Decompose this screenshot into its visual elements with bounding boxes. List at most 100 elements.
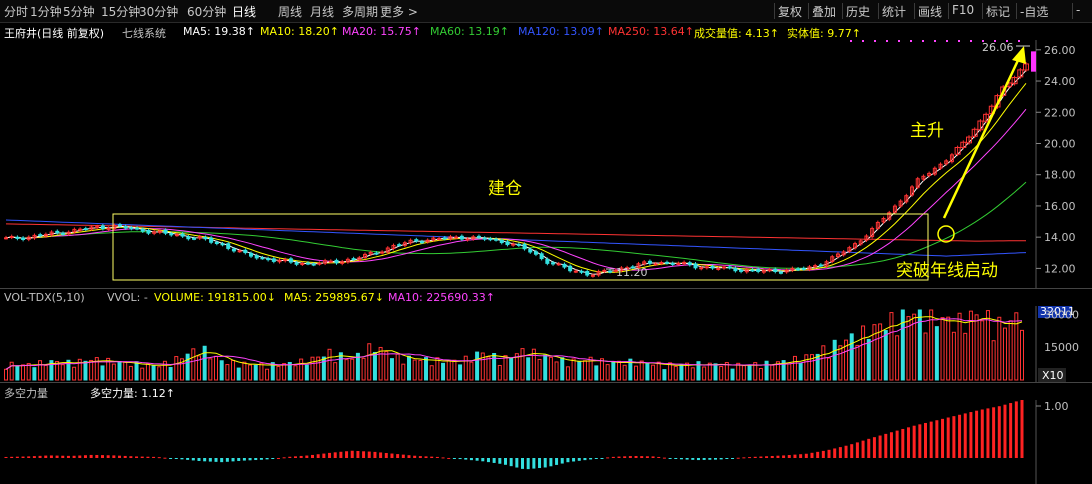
- volume-bar: [889, 312, 894, 381]
- volume-bar: [140, 367, 145, 381]
- power-bar: [742, 457, 746, 459]
- candle-body: [739, 269, 744, 272]
- candle-body: [545, 258, 550, 264]
- volume-bar: [883, 330, 888, 381]
- period-toolbar: 分时 1分钟 5分钟 15分钟 30分钟 60分钟 日线 周线 月线 多周期 更多 > 复权 叠加 历史统…: [0, 0, 1092, 23]
- toolbar-separator: [774, 3, 775, 19]
- price-tick-label: 22.00: [1044, 106, 1076, 119]
- candle-body: [374, 252, 379, 255]
- power-bar: [719, 458, 723, 460]
- volume-bar: [934, 326, 939, 381]
- power-bar: [691, 458, 695, 460]
- candle-body: [687, 262, 692, 266]
- accumulation-label: 建仓: [488, 179, 522, 199]
- power-bar: [486, 458, 490, 463]
- power-bar: [986, 408, 990, 458]
- volume-bar: [185, 353, 190, 381]
- period-tab-9[interactable]: 多周期: [342, 3, 378, 20]
- candle-body: [334, 259, 339, 264]
- volume-bar: [441, 362, 446, 381]
- toolbar-button-5[interactable]: F10: [952, 3, 974, 17]
- toolbar-button-4[interactable]: 画线: [918, 3, 942, 20]
- candle-body: [237, 250, 242, 253]
- period-tab-6[interactable]: 日线: [232, 3, 256, 20]
- volume-value-readout: 成交量值: 4.13↑: [694, 27, 779, 40]
- power-bar: [225, 458, 229, 462]
- period-tab-4[interactable]: 30分钟: [139, 3, 178, 20]
- toolbar-button-1[interactable]: 叠加: [812, 3, 836, 20]
- volume-bar: [497, 364, 502, 381]
- toolbar-separator: [914, 3, 915, 19]
- candle-body: [300, 263, 305, 266]
- toolbar-separator: [948, 3, 949, 19]
- toolbar-separator: [842, 3, 843, 19]
- dotted-marker: [886, 40, 888, 42]
- period-tab-8[interactable]: 月线: [310, 3, 334, 20]
- power-bar: [708, 458, 712, 460]
- candle-body: [721, 266, 726, 269]
- dotted-marker: [850, 40, 852, 42]
- volume-bar: [741, 365, 746, 381]
- power-readout: 多空力量: 1.12↑: [90, 387, 175, 400]
- period-tab-0[interactable]: 分时: [4, 3, 28, 20]
- candle-body: [454, 236, 459, 239]
- volume-bar: [293, 365, 298, 381]
- volume-bar: [424, 357, 429, 381]
- power-bar: [373, 451, 377, 458]
- candle-body: [653, 263, 658, 266]
- power-bar: [906, 427, 910, 458]
- period-tab-1[interactable]: 1分钟: [30, 3, 62, 20]
- volume-bar: [338, 352, 343, 381]
- toolbar-button-7[interactable]: -自选: [1020, 3, 1048, 20]
- period-tab-10[interactable]: 更多 >: [380, 3, 418, 20]
- price-tick-label: 12.00: [1044, 262, 1076, 275]
- candle-body: [83, 228, 88, 231]
- volume-bar: [736, 362, 741, 381]
- period-tab-2[interactable]: 5分钟: [63, 3, 95, 20]
- power-bar: [15, 456, 19, 458]
- power-bar: [861, 440, 865, 458]
- power-bar: [152, 456, 156, 458]
- volume-bar: [747, 364, 752, 381]
- volume-bar: [446, 359, 451, 381]
- volume-bar: [89, 359, 94, 381]
- volume-bar: [662, 369, 667, 381]
- period-tab-5[interactable]: 60分钟: [187, 3, 226, 20]
- volume-bar: [395, 353, 400, 381]
- volume-bar: [463, 355, 468, 381]
- volume-bar: [38, 360, 43, 381]
- power-bar: [197, 458, 201, 461]
- toolbar-button-2[interactable]: 历史: [846, 3, 870, 20]
- price-tick-label: 24.00: [1044, 75, 1076, 88]
- power-bar: [640, 456, 644, 458]
- power-bar: [49, 455, 53, 458]
- power-bar: [129, 456, 133, 458]
- power-bar: [248, 458, 252, 461]
- volume-bar: [117, 361, 122, 381]
- power-bar: [895, 430, 899, 458]
- candle-body: [585, 271, 590, 276]
- volume-bar: [310, 356, 315, 381]
- power-bar: [424, 456, 428, 458]
- candle-body: [767, 269, 772, 272]
- power-bar: [679, 458, 683, 460]
- toolbar-button-0[interactable]: 复权: [778, 3, 802, 20]
- candle-body: [260, 257, 265, 260]
- candle-body: [169, 233, 174, 236]
- power-bar: [889, 432, 893, 458]
- power-bar: [946, 417, 950, 458]
- candle-body: [568, 265, 573, 272]
- candle-body: [704, 266, 709, 269]
- period-tab-3[interactable]: 15分钟: [101, 3, 140, 20]
- candle-body: [397, 244, 402, 247]
- toolbar-button-3[interactable]: 统计: [882, 3, 906, 20]
- candle-body: [602, 269, 607, 272]
- power-bar: [515, 458, 519, 468]
- toolbar-button-6[interactable]: 标记: [986, 3, 1010, 20]
- power-bar: [532, 458, 536, 469]
- power-bar: [850, 444, 854, 458]
- candle-body: [55, 230, 60, 234]
- toolbar-button-8[interactable]: -: [1076, 3, 1080, 17]
- period-tab-7[interactable]: 周线: [278, 3, 302, 20]
- power-bar: [123, 455, 127, 458]
